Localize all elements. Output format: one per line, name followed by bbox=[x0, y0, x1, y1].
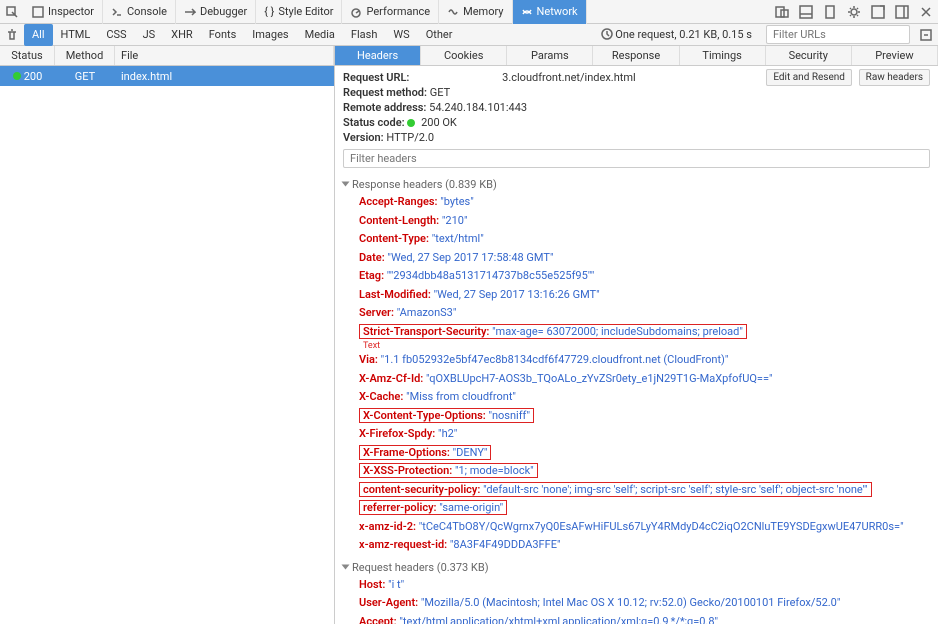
filter-bar: All HTML CSS JS XHR Fonts Images Media F… bbox=[0, 24, 938, 46]
main-toolbar: Inspector Console Debugger { }Style Edit… bbox=[0, 0, 938, 24]
header-row: User-Agent: "Mozilla/5.0 (Macintosh; Int… bbox=[343, 594, 930, 613]
tab-style-editor[interactable]: { }Style Editor bbox=[256, 0, 342, 24]
request-list: Status Method File 200 GET index.html bbox=[0, 46, 335, 624]
header-row: X-Frame-Options: "DENY" bbox=[343, 444, 930, 463]
header-row: Accept: "text/html,application/xhtml+xml… bbox=[343, 613, 930, 624]
tab-memory[interactable]: Memory bbox=[439, 0, 512, 24]
tab-debugger[interactable]: Debugger bbox=[176, 0, 256, 24]
filter-media[interactable]: Media bbox=[297, 24, 343, 46]
header-row: Accept-Ranges: "bytes" bbox=[343, 193, 930, 212]
rtab-preview[interactable]: Preview bbox=[852, 46, 938, 65]
close-icon[interactable] bbox=[914, 0, 938, 24]
request-headers-toggle[interactable]: Request headers (0.373 KB) bbox=[343, 559, 930, 576]
response-headers-toggle[interactable]: Response headers (0.839 KB) bbox=[343, 176, 930, 193]
popout-icon[interactable] bbox=[866, 0, 890, 24]
header-row: X-Content-Type-Options: "nosniff" bbox=[343, 407, 930, 426]
header-row: Etag: ""2934dbb48a5131714737b8c55e525f95… bbox=[343, 267, 930, 286]
rtab-cookies[interactable]: Cookies bbox=[421, 46, 507, 65]
header-row: x-amz-request-id: "8A3F4F49DDDA3FFE" bbox=[343, 536, 930, 555]
header-row: Date: "Wed, 27 Sep 2017 17:58:48 GMT" bbox=[343, 249, 930, 268]
col-method[interactable]: Method bbox=[55, 46, 115, 65]
edit-resend-button[interactable]: Edit and Resend bbox=[766, 69, 852, 86]
filter-xhr[interactable]: XHR bbox=[163, 24, 201, 46]
split-icon[interactable] bbox=[794, 0, 818, 24]
tab-performance[interactable]: Performance bbox=[342, 0, 439, 24]
header-row: Content-Length: "210" bbox=[343, 212, 930, 231]
rtab-timings[interactable]: Timings bbox=[680, 46, 766, 65]
filter-html[interactable]: HTML bbox=[53, 24, 99, 46]
header-row: X-Amz-Cf-Id: "qOXBLUpcH7-AOS3b_TQoALo_zY… bbox=[343, 370, 930, 389]
twisty-icon bbox=[342, 182, 350, 187]
header-row: Last-Modified: "Wed, 27 Sep 2017 13:16:2… bbox=[343, 286, 930, 305]
header-row: content-security-policy: "default-src 'n… bbox=[343, 481, 930, 500]
raw-headers-button[interactable]: Raw headers bbox=[859, 69, 930, 86]
header-row: Server: "AmazonS3" bbox=[343, 304, 930, 323]
header-row: X-XSS-Protection: "1; mode=block" bbox=[343, 462, 930, 481]
responsive-icon[interactable] bbox=[770, 0, 794, 24]
meta-version: Version: HTTP/2.0 bbox=[343, 130, 930, 145]
filter-images[interactable]: Images bbox=[244, 24, 296, 46]
gear-icon[interactable] bbox=[842, 0, 866, 24]
filter-headers-input[interactable] bbox=[343, 149, 930, 168]
trash-icon[interactable] bbox=[0, 23, 24, 47]
annotation-text: Text bbox=[363, 341, 930, 351]
col-file[interactable]: File bbox=[115, 46, 334, 65]
header-row: x-amz-id-2: "tCeC4TbO8Y/QcWgrnx7yQ0EsAFw… bbox=[343, 518, 930, 537]
dock-icon[interactable] bbox=[818, 0, 842, 24]
tab-network[interactable]: Network bbox=[513, 0, 587, 24]
col-status[interactable]: Status bbox=[0, 46, 55, 65]
tab-inspector[interactable]: Inspector bbox=[24, 0, 103, 24]
column-headers: Status Method File bbox=[0, 46, 334, 66]
header-row: Host: "i t" bbox=[343, 576, 930, 595]
rtab-params[interactable]: Params bbox=[507, 46, 593, 65]
meta-method: Request method: GET bbox=[343, 85, 930, 100]
filter-fonts[interactable]: Fonts bbox=[201, 24, 245, 46]
filter-js[interactable]: JS bbox=[135, 24, 164, 46]
header-row: X-Cache: "Miss from cloudfront" bbox=[343, 388, 930, 407]
header-row: Content-Type: "text/html" bbox=[343, 230, 930, 249]
header-row: Strict-Transport-Security: "max-age= 630… bbox=[343, 323, 930, 342]
filter-flash[interactable]: Flash bbox=[343, 24, 385, 46]
header-row: X-Firefox-Spdy: "h2" bbox=[343, 425, 930, 444]
request-row[interactable]: 200 GET index.html bbox=[0, 66, 334, 86]
pick-element-icon[interactable] bbox=[0, 0, 24, 24]
detail-tabs: Headers Cookies Params Response Timings … bbox=[335, 46, 938, 66]
header-row: referrer-policy: "same-origin" bbox=[343, 499, 930, 518]
status-dot-icon bbox=[13, 72, 21, 80]
twisty-icon bbox=[342, 564, 350, 569]
meta-remote: Remote address: 54.240.184.101:443 bbox=[343, 100, 930, 115]
details-panel: Edit and Resend Raw headers Request URL:… bbox=[335, 66, 938, 624]
url-filter-input[interactable] bbox=[766, 25, 910, 44]
dock-side-icon[interactable] bbox=[890, 0, 914, 24]
filter-ws[interactable]: WS bbox=[385, 24, 417, 46]
header-row: Via: "1.1 fb052932e5bf47ec8b8134cdf6f477… bbox=[343, 351, 930, 370]
expand-icon[interactable] bbox=[914, 23, 938, 47]
rtab-response[interactable]: Response bbox=[593, 46, 679, 65]
tab-console[interactable]: Console bbox=[103, 0, 176, 24]
meta-status: Status code: 200 OK bbox=[343, 115, 930, 130]
request-summary: One request, 0.21 KB, 0.15 s bbox=[591, 28, 762, 41]
filter-css[interactable]: CSS bbox=[98, 24, 134, 46]
rtab-headers[interactable]: Headers bbox=[335, 46, 421, 65]
filter-all[interactable]: All bbox=[24, 24, 53, 46]
filter-other[interactable]: Other bbox=[418, 24, 461, 46]
rtab-security[interactable]: Security bbox=[766, 46, 852, 65]
